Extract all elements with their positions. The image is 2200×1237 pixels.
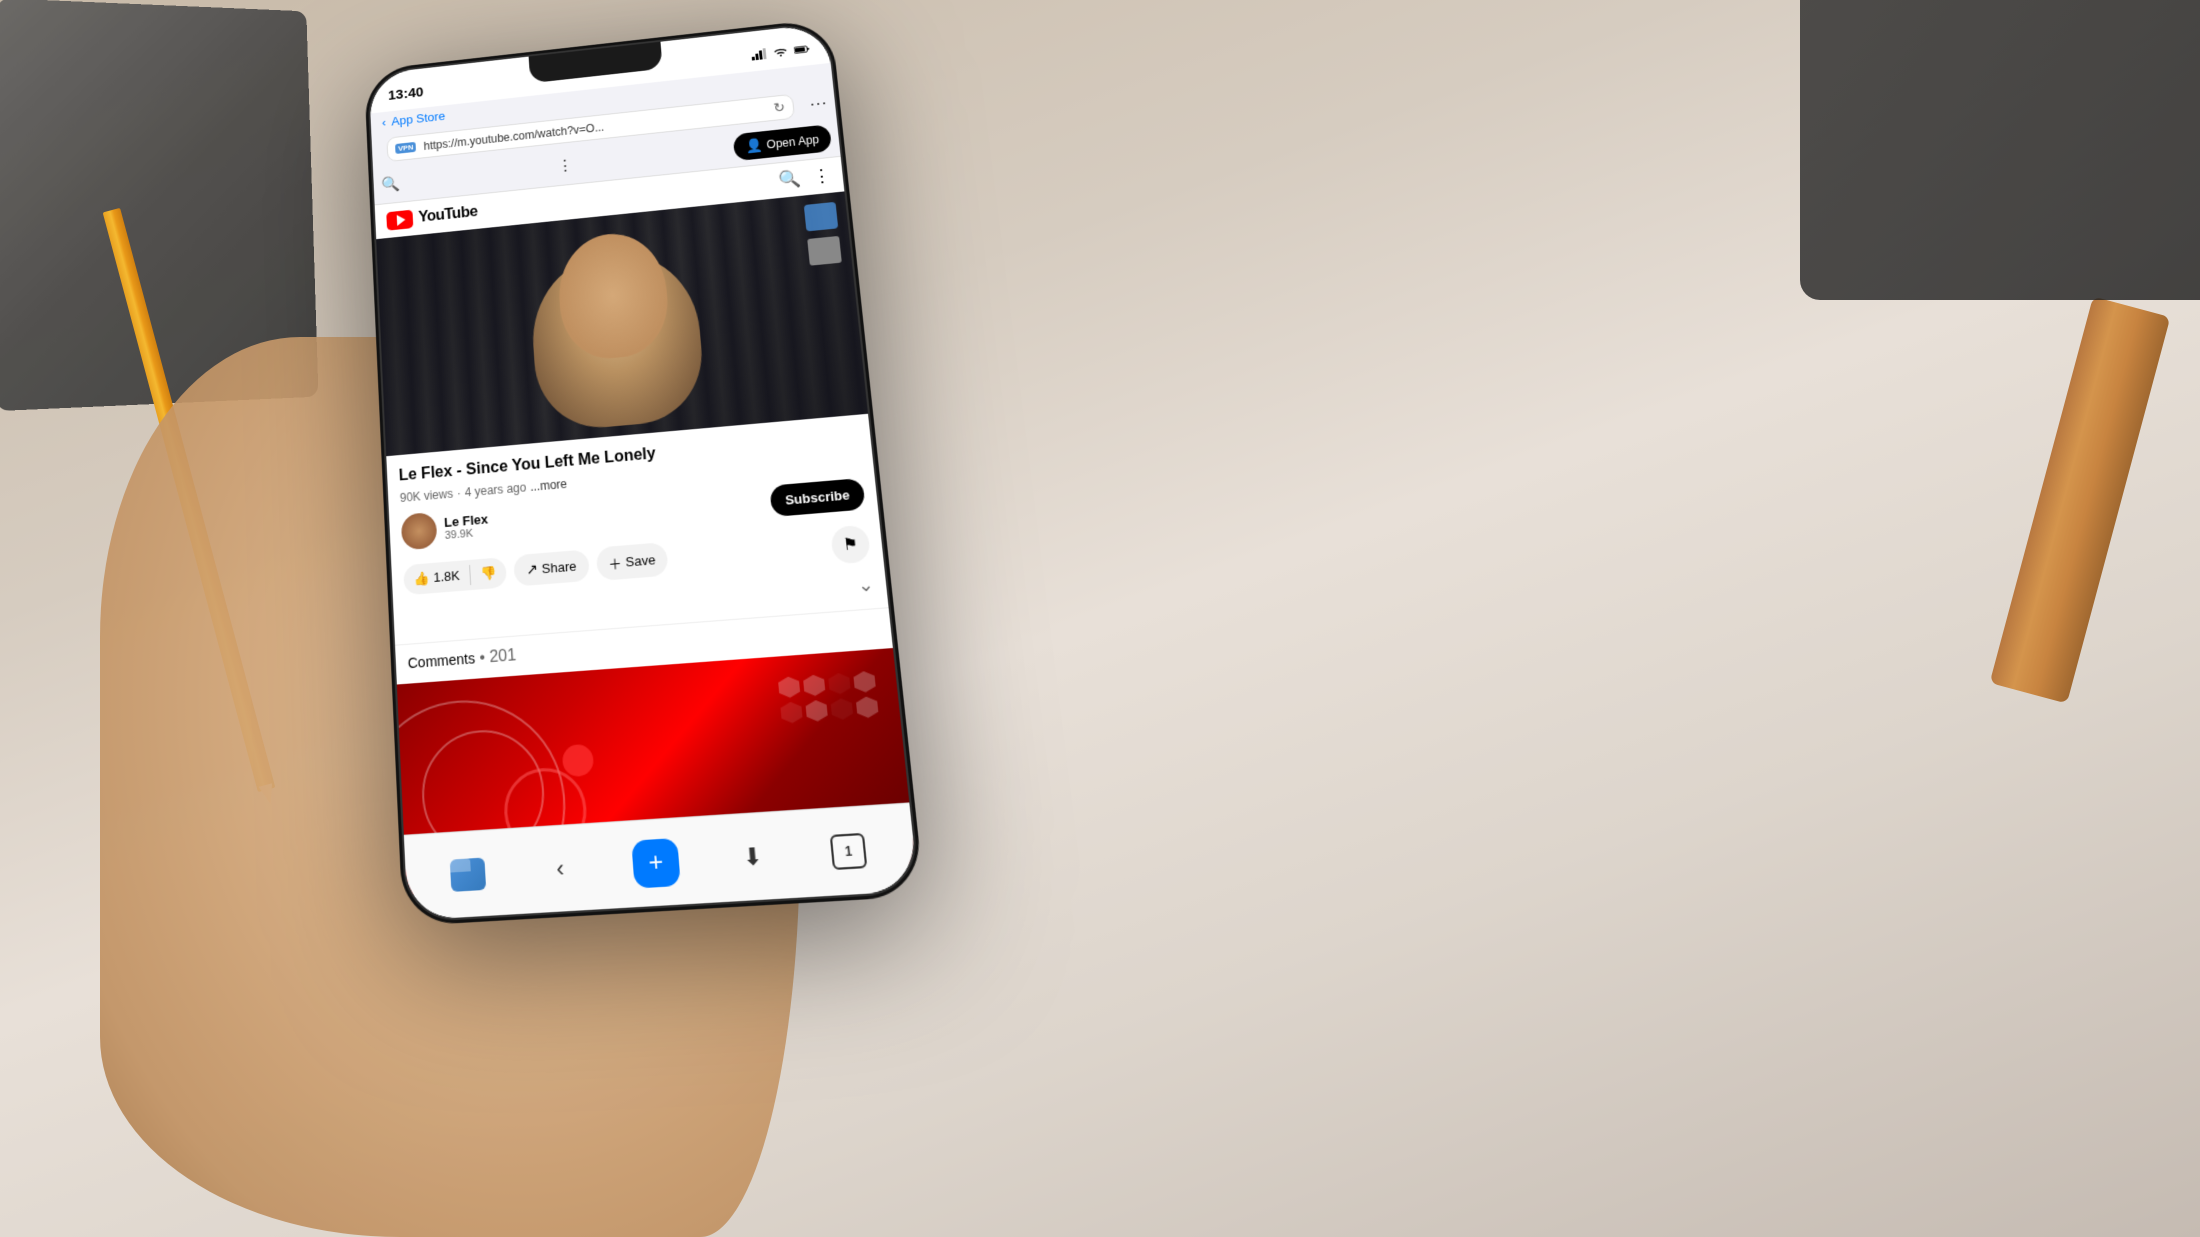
new-tab-button[interactable]: +: [631, 837, 681, 888]
files-folder-icon: [450, 857, 486, 891]
channel-left: Le Flex 39.9K: [401, 507, 490, 550]
like-button[interactable]: 👍 1.8K: [403, 560, 470, 595]
chevron-icon[interactable]: ⌄: [857, 574, 875, 597]
download-icon: ⬇: [742, 842, 764, 872]
signal-icon: [751, 46, 768, 62]
hex-3: [828, 672, 851, 695]
video-thumbnail[interactable]: [376, 191, 868, 456]
youtube-header-icons: 🔍 ⋮: [778, 165, 832, 190]
hex-6: [805, 699, 828, 722]
hex-4: [853, 670, 876, 693]
channel-info: Le Flex 39.9K: [444, 512, 489, 542]
folder-icon: [804, 202, 838, 232]
separator: ·: [457, 486, 462, 500]
hex-7: [830, 698, 853, 721]
open-app-label: Open App: [766, 132, 820, 150]
ad-hex-pattern: [778, 670, 879, 723]
flag-icon: ⚑: [842, 533, 859, 555]
save-icon: ＋: [608, 553, 622, 573]
share-label: Share: [541, 559, 577, 577]
phone-body: 13:40: [367, 21, 921, 923]
hex-5: [780, 701, 803, 724]
wifi-icon: [772, 44, 789, 60]
more-options-icon[interactable]: ⋮: [812, 165, 832, 186]
tab-count-badge: 1: [830, 832, 868, 869]
like-dislike-button[interactable]: 👍 1.8K 👎: [403, 557, 507, 595]
back-chevron-icon: ‹: [382, 115, 387, 129]
youtube-icon: [386, 209, 413, 230]
save-button[interactable]: ＋ Save: [595, 542, 669, 581]
video-person: [376, 191, 868, 456]
comments-label: Comments: [407, 650, 475, 671]
hex-8: [856, 696, 879, 719]
user-circle-icon: 👤: [745, 137, 763, 154]
phone-screen: 13:40: [369, 23, 919, 921]
open-app-button[interactable]: 👤 Open App: [733, 124, 832, 161]
like-count: 1.8K: [433, 568, 460, 585]
reload-icon[interactable]: ↻: [773, 99, 786, 116]
status-icons: [751, 41, 810, 62]
tab-switcher-button[interactable]: 1: [825, 828, 872, 875]
hex-1: [778, 676, 801, 699]
flag-button[interactable]: ⚑: [830, 524, 871, 564]
subscribe-button[interactable]: Subscribe: [769, 478, 865, 517]
search-icon[interactable]: 🔍: [778, 169, 802, 191]
more-link[interactable]: ...more: [530, 477, 568, 494]
phone: 13:40: [367, 21, 921, 923]
download-button[interactable]: ⬇: [730, 834, 776, 880]
browser-more-icon[interactable]: ···: [808, 93, 828, 114]
status-time: 13:40: [388, 84, 424, 103]
thumbs-up-icon: 👍: [413, 570, 430, 587]
search-icon[interactable]: 🔍: [381, 174, 400, 194]
share-icon: ↗: [526, 561, 539, 579]
youtube-logo[interactable]: YouTube: [386, 203, 478, 231]
comments-count: 201: [489, 647, 517, 666]
video-age: 4 years ago: [464, 480, 526, 499]
view-count: 90K views: [400, 487, 454, 505]
files-app-icon[interactable]: [446, 851, 489, 897]
battery-icon: [793, 41, 810, 57]
vpn-badge: VPN: [395, 142, 416, 154]
dislike-button[interactable]: 👎: [470, 557, 508, 590]
channel-avatar[interactable]: [401, 512, 438, 551]
save-label: Save: [625, 552, 656, 570]
back-arrow-icon: ‹: [556, 854, 565, 883]
youtube-title: YouTube: [418, 203, 478, 226]
subscriber-count: 39.9K: [445, 527, 490, 543]
hdd-icon: [807, 236, 842, 266]
hex-2: [803, 674, 826, 697]
play-triangle-icon: [396, 214, 405, 226]
ad-dot: [562, 743, 595, 777]
menu-dots-icon[interactable]: ⋮: [557, 156, 574, 176]
dark-item: [1800, 0, 2200, 300]
desktop-icons: [804, 202, 842, 266]
share-button[interactable]: ↗ Share: [513, 550, 589, 587]
app-store-link[interactable]: App Store: [391, 109, 445, 128]
thumbs-down-icon: 👎: [480, 565, 497, 582]
plus-icon: +: [648, 849, 665, 876]
back-button[interactable]: ‹: [538, 846, 582, 892]
